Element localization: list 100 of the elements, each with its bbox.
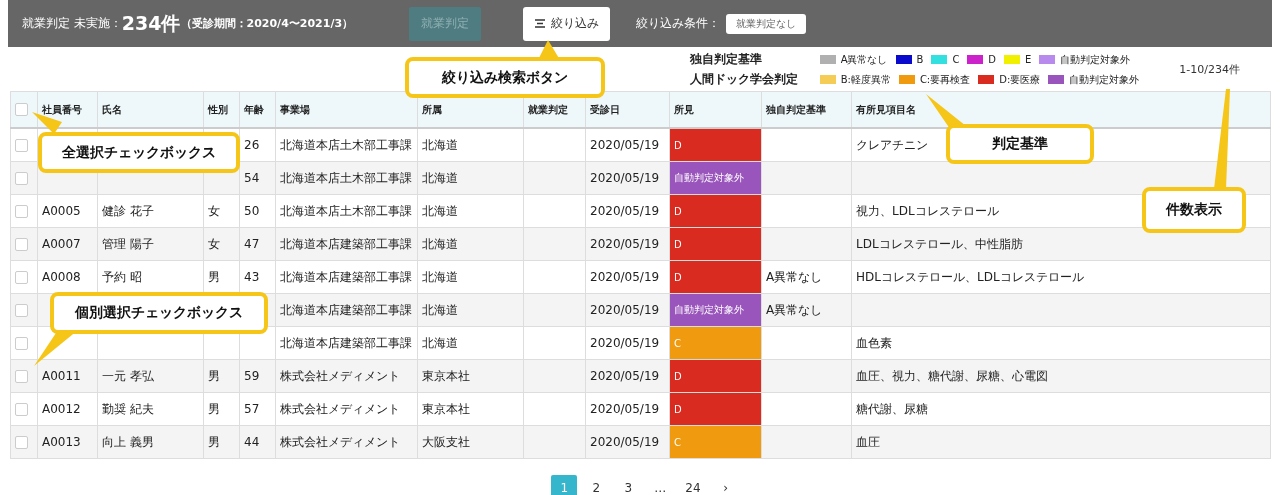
table-cell: 2020/05/19 <box>585 260 670 294</box>
table-cell: 北海道本店土木部工事課 <box>275 128 418 162</box>
legend-label: 自動判定対象外 <box>1060 52 1131 66</box>
table-cell: A0005 <box>37 194 98 228</box>
column-header: 受診日 <box>585 91 670 128</box>
finding-cell: C <box>670 426 761 458</box>
row-checkbox[interactable] <box>15 304 28 317</box>
callout: 件数表示 <box>1142 187 1246 233</box>
table-cell: 2020/05/19 <box>585 359 670 393</box>
table-cell: 59 <box>239 359 276 393</box>
table-cell: 北海道 <box>417 260 524 294</box>
row-checkbox[interactable] <box>15 172 28 185</box>
pending-count: 234件 <box>121 10 181 36</box>
table-cell: 一元 孝弘 <box>97 359 204 393</box>
page-button[interactable]: … <box>647 475 674 495</box>
table-cell: 男 <box>203 359 240 393</box>
table-cell: 血圧、視力、糖代謝、尿糖、心電図 <box>851 359 1271 393</box>
finding-cell: D <box>670 360 761 392</box>
table-cell: 北海道本店建築部工事課 <box>275 293 418 327</box>
select-all-checkbox[interactable] <box>15 103 28 116</box>
table-cell: 2020/05/19 <box>585 293 670 327</box>
table-cell: 北海道本店建築部工事課 <box>275 227 418 261</box>
table-cell: 株式会社メディメント <box>275 425 418 459</box>
finding-cell: D <box>670 228 761 260</box>
legend-label: E <box>1025 52 1032 66</box>
row-checkbox[interactable] <box>15 403 28 416</box>
legend-label: D <box>988 52 997 66</box>
table-cell: 2020/05/19 <box>585 425 670 459</box>
finding-cell: 自動判定対象外 <box>670 294 761 326</box>
row-checkbox[interactable] <box>15 205 28 218</box>
table-cell: 57 <box>239 392 276 426</box>
table-cell: 糖代謝、尿糖 <box>851 392 1271 426</box>
row-checkbox[interactable] <box>15 436 28 449</box>
table-cell: A異常なし <box>761 293 852 327</box>
table-cell: A0013 <box>37 425 98 459</box>
table-cell: 北海道 <box>417 326 524 360</box>
table-cell: HDLコレステロール、LDLコレステロール <box>851 260 1271 294</box>
column-header: 氏名 <box>97 91 204 128</box>
finding-cell: D <box>670 261 761 293</box>
row-checkbox[interactable] <box>15 139 28 152</box>
column-header: 有所見項目名 <box>851 91 1271 128</box>
table-cell: 北海道本店建築部工事課 <box>275 326 418 360</box>
table-cell: 向上 義男 <box>97 425 204 459</box>
finding-cell: D <box>670 393 761 425</box>
table-cell: 女 <box>203 194 240 228</box>
table-cell: 北海道 <box>417 161 524 195</box>
filter-icon <box>534 19 545 28</box>
legend-label: D:要医療 <box>999 72 1041 86</box>
table-cell: 女 <box>203 227 240 261</box>
column-header: 事業場 <box>275 91 418 128</box>
table-cell: 健診 花子 <box>97 194 204 228</box>
row-checkbox[interactable] <box>15 370 28 383</box>
page-button[interactable]: 2 <box>583 475 610 495</box>
filter-condition-chip: 就業判定なし <box>726 13 807 34</box>
finding-cell: C <box>670 327 761 359</box>
filter-condition-label: 絞り込み条件： <box>636 15 721 32</box>
table-cell: 北海道 <box>417 194 524 228</box>
legend-label: B <box>916 52 924 66</box>
table-cell: 東京本社 <box>417 359 524 393</box>
column-header: 性別 <box>203 91 240 128</box>
record-count: 1-10/234件 <box>1179 61 1240 77</box>
legend-label: C <box>952 52 960 66</box>
table-cell: 北海道本店土木部工事課 <box>275 194 418 228</box>
table-cell: 47 <box>239 227 276 261</box>
filter-button[interactable]: 絞り込み <box>523 6 611 41</box>
table-cell: 2020/05/19 <box>585 326 670 360</box>
table-cell: 管理 陽子 <box>97 227 204 261</box>
table-cell: 男 <box>203 425 240 459</box>
legend-label: B:軽度異常 <box>840 72 891 86</box>
page-button[interactable]: 24 <box>679 475 707 495</box>
table-cell: 2020/05/19 <box>585 194 670 228</box>
table-cell: 北海道本店建築部工事課 <box>275 260 418 294</box>
table-cell: 血色素 <box>851 326 1271 360</box>
status-label: 就業判定 未実施： <box>22 15 122 32</box>
column-header: 独自判定基準 <box>761 91 852 128</box>
table-cell: 男 <box>203 392 240 426</box>
page-button[interactable]: › <box>712 475 739 495</box>
finding-cell: D <box>670 129 761 161</box>
row-checkbox[interactable] <box>15 337 28 350</box>
table-cell: 東京本社 <box>417 392 524 426</box>
callout: 全選択チェックボックス <box>38 132 240 173</box>
finding-cell: D <box>670 195 761 227</box>
table-cell: 2020/05/19 <box>585 128 670 162</box>
legend-title: 人間ドック学会判定 <box>689 71 799 87</box>
table-cell: 北海道本店土木部工事課 <box>275 161 418 195</box>
table-cell: A0007 <box>37 227 98 261</box>
table-cell: 血圧 <box>851 425 1271 459</box>
row-checkbox[interactable] <box>15 238 28 251</box>
table-cell: A0012 <box>37 392 98 426</box>
table-cell: 株式会社メディメント <box>275 392 418 426</box>
legend-title: 独自判定基準 <box>689 51 763 67</box>
legend-label: A異常なし <box>840 52 888 66</box>
column-header: 所見 <box>669 91 762 128</box>
page-button[interactable]: 3 <box>615 475 642 495</box>
table-cell: 北海道 <box>417 227 524 261</box>
legend-label: C:要再検査 <box>919 72 971 86</box>
row-checkbox[interactable] <box>15 271 28 284</box>
table-cell: A異常なし <box>761 260 852 294</box>
table-cell: 北海道 <box>417 128 524 162</box>
callout: 判定基準 <box>946 124 1094 164</box>
